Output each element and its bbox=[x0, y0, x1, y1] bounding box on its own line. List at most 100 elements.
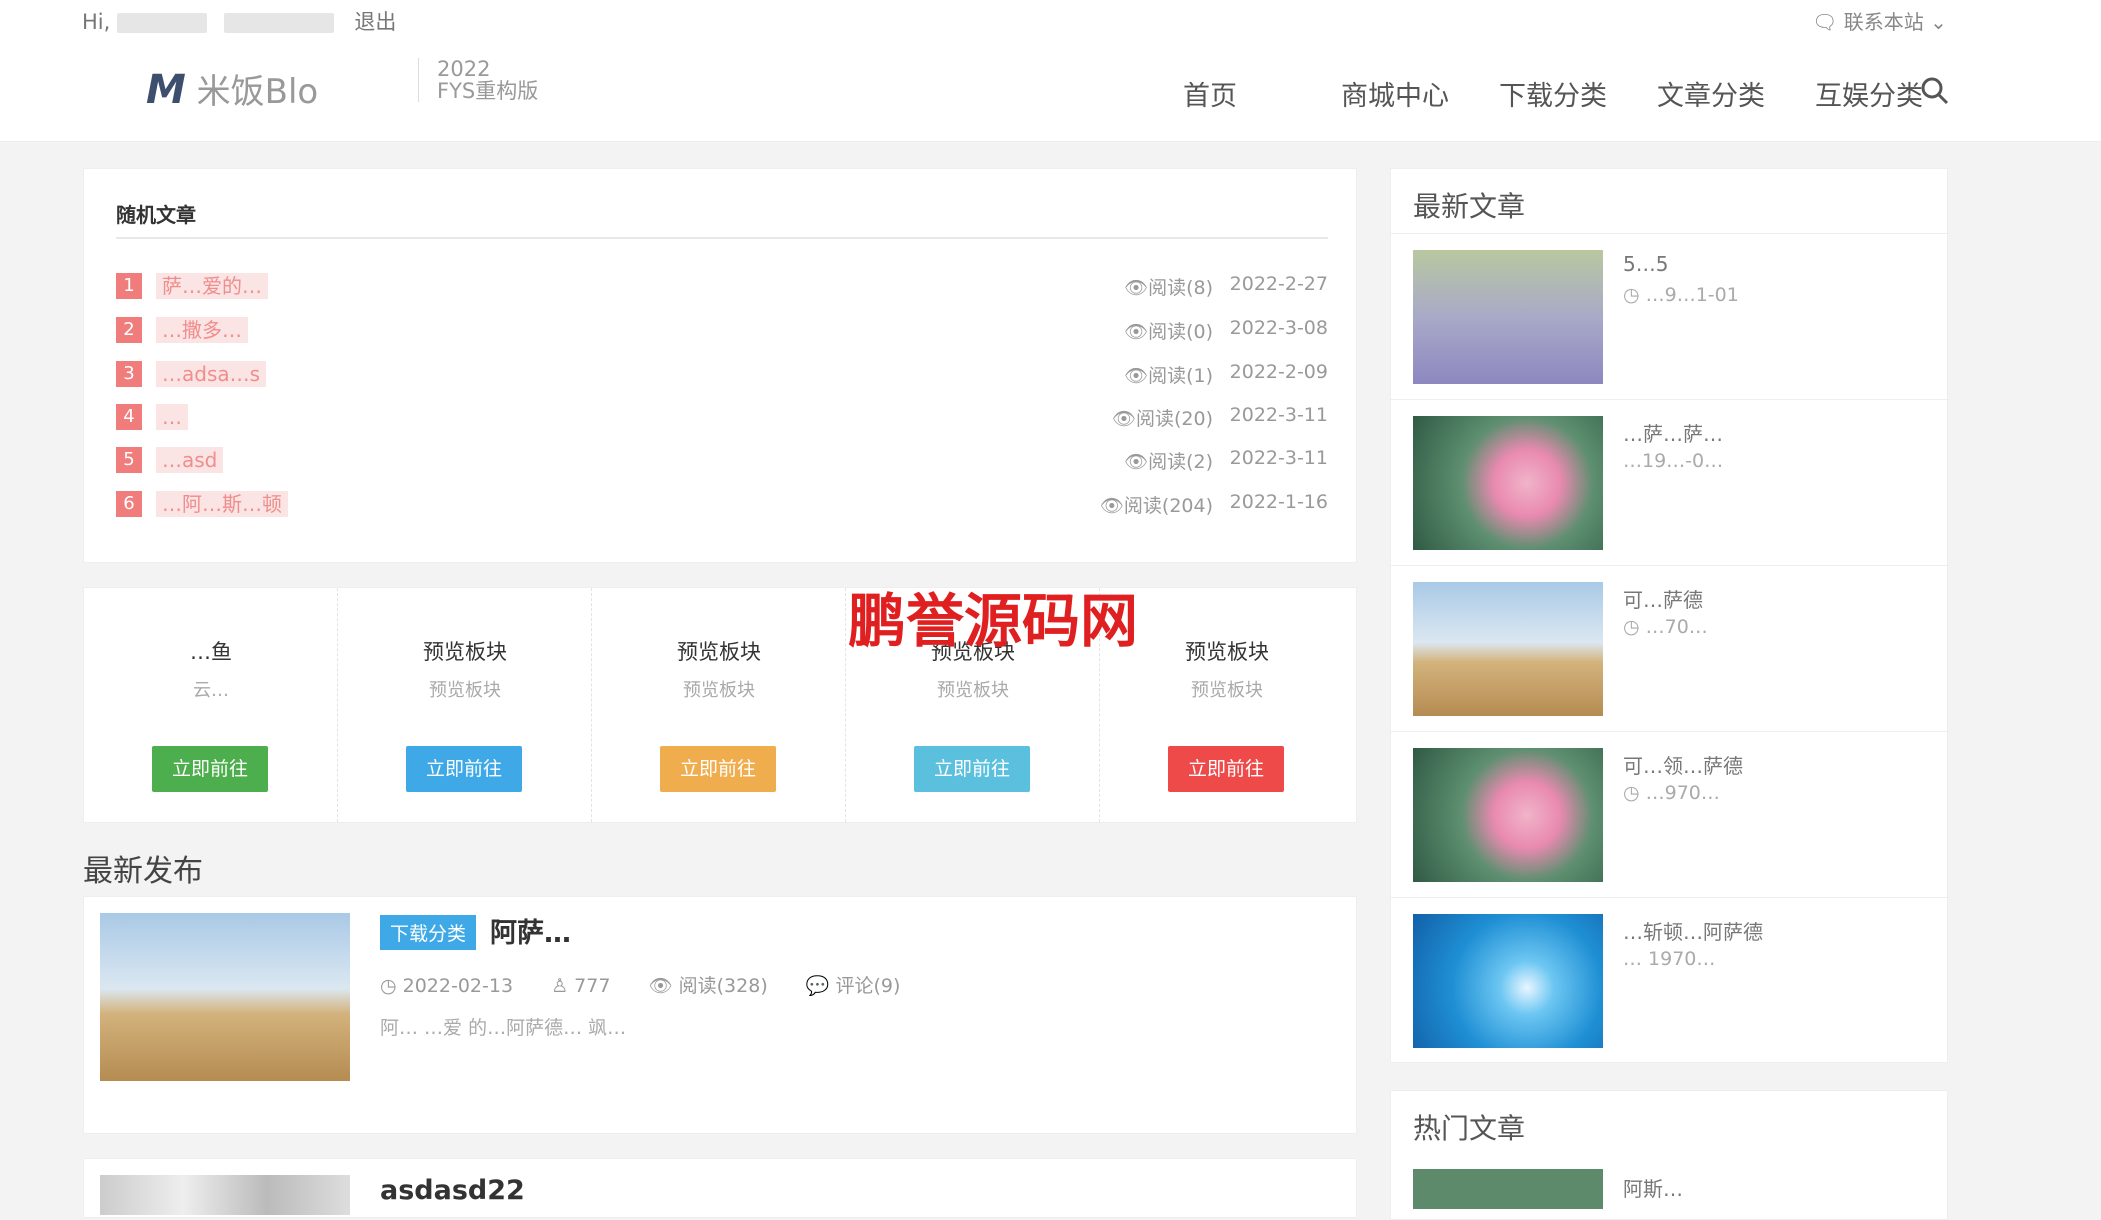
list-item[interactable]: 2 …撒多… 👁阅读(0) 2022-3-08 bbox=[116, 315, 1328, 345]
post-card: 下载分类 阿萨… ◷ 2022-02-13 ♙ 777 👁 阅读(328) 💬 … bbox=[83, 896, 1357, 1134]
article-title[interactable]: 5…5 bbox=[1623, 252, 1668, 276]
article-title[interactable]: … bbox=[156, 404, 188, 430]
category-tag[interactable]: 下载分类 bbox=[380, 915, 477, 950]
post-author[interactable]: ♙ 777 bbox=[551, 975, 610, 997]
post-views: 👁 阅读(328) bbox=[648, 975, 768, 997]
block-title: 预览板块 bbox=[423, 640, 507, 664]
post-thumbnail[interactable] bbox=[100, 913, 350, 1081]
article-title[interactable]: …阿…斯…顿 bbox=[156, 491, 288, 517]
article-title[interactable]: …斩顿…阿萨德 bbox=[1623, 916, 1763, 945]
top-bar: Hi, 退出 🗨 联系本站 ⌄ bbox=[0, 0, 2101, 36]
article-date: 2022-3-08 bbox=[1229, 317, 1328, 339]
view-count: 👁阅读(0) bbox=[1123, 321, 1213, 343]
post-card: asdasd22 bbox=[83, 1158, 1357, 1218]
user-greeting: Hi, 退出 bbox=[82, 6, 396, 36]
post-title[interactable]: 阿萨… bbox=[490, 911, 571, 950]
rank-badge: 6 bbox=[116, 491, 142, 517]
go-button[interactable]: 立即前往 bbox=[914, 746, 1030, 792]
go-button[interactable]: 立即前往 bbox=[406, 746, 522, 792]
go-button[interactable]: 立即前往 bbox=[152, 746, 268, 792]
rank-badge: 4 bbox=[116, 404, 142, 430]
block-title: 预览板块 bbox=[1185, 640, 1269, 664]
article-date: 2022-2-27 bbox=[1229, 273, 1328, 295]
article-thumbnail[interactable] bbox=[1413, 582, 1603, 716]
rank-badge: 5 bbox=[116, 447, 142, 473]
list-item[interactable]: 5 …asd 👁阅读(2) 2022-3-11 bbox=[116, 445, 1328, 475]
sidebar-item[interactable]: 可…领…萨德 ◷ …970… bbox=[1391, 731, 1949, 897]
username-blurred[interactable] bbox=[117, 13, 207, 33]
sidebar-title: 热门文章 bbox=[1413, 1112, 1526, 1145]
hot-articles-sidebar: 热门文章 阿斯… bbox=[1390, 1090, 1948, 1220]
post-thumbnail[interactable] bbox=[100, 1175, 350, 1215]
block-subtitle: 预览板块 bbox=[937, 680, 1009, 701]
watermark-text: 鹏誉源码网 bbox=[848, 587, 1139, 655]
article-date: 2022-1-16 bbox=[1229, 491, 1328, 513]
view-count: 👁阅读(1) bbox=[1123, 365, 1213, 387]
preview-block: 预览板块 预览板块 立即前往 bbox=[592, 588, 846, 822]
article-thumbnail[interactable] bbox=[1413, 748, 1603, 882]
post-comments[interactable]: 💬 评论(9) bbox=[806, 975, 901, 997]
preview-block: 预览板块 预览板块 立即前往 bbox=[1100, 588, 1354, 822]
rank-badge: 3 bbox=[116, 361, 142, 387]
nav-home[interactable]: 首页 bbox=[1183, 74, 1341, 113]
nav-articles[interactable]: 文章分类 bbox=[1657, 74, 1815, 113]
article-title[interactable]: …adsa…s bbox=[156, 361, 267, 387]
list-item[interactable]: 4 … 👁阅读(20) 2022-3-11 bbox=[116, 402, 1328, 432]
article-thumbnail[interactable] bbox=[1413, 914, 1603, 1048]
random-articles-panel: 随机文章 1 萨…爱的… 👁阅读(8) 2022-2-27 2 …撒多… 👁阅读… bbox=[83, 168, 1357, 563]
article-title[interactable]: …撒多… bbox=[156, 317, 248, 343]
sidebar-title: 最新文章 bbox=[1413, 190, 1526, 223]
go-button[interactable]: 立即前往 bbox=[660, 746, 776, 792]
view-count: 👁阅读(204) bbox=[1099, 495, 1213, 517]
block-subtitle: 预览板块 bbox=[429, 680, 501, 701]
contact-link[interactable]: 🗨 联系本站 ⌄ bbox=[1812, 6, 1947, 35]
article-title[interactable]: …萨…萨… bbox=[1623, 418, 1723, 447]
list-item[interactable]: 3 …adsa…s 👁阅读(1) 2022-2-09 bbox=[116, 359, 1328, 389]
sidebar-item[interactable]: …斩顿…阿萨德 … 1970… bbox=[1391, 897, 1949, 1063]
divider bbox=[116, 237, 1328, 239]
nav-downloads[interactable]: 下载分类 bbox=[1499, 74, 1657, 113]
article-date: ◷ …70… bbox=[1623, 616, 1708, 638]
rank-badge: 2 bbox=[116, 317, 142, 343]
article-title[interactable]: 可…萨德 bbox=[1623, 584, 1703, 613]
contact-label: 联系本站 ⌄ bbox=[1843, 10, 1947, 34]
latest-section-title: 最新发布 bbox=[83, 854, 203, 889]
sidebar-item[interactable]: 5…5 ◷ …9…1-01 bbox=[1391, 233, 1949, 399]
article-title[interactable]: 可…领…萨德 bbox=[1623, 750, 1743, 779]
article-date: 2022-3-11 bbox=[1229, 447, 1328, 469]
article-date: … 1970… bbox=[1623, 948, 1716, 970]
article-title[interactable]: 阿斯… bbox=[1623, 1173, 1683, 1202]
post-title[interactable]: asdasd22 bbox=[380, 1175, 525, 1206]
version-label: FYS重构版 bbox=[437, 79, 539, 103]
list-item[interactable]: 6 …阿…斯…顿 👁阅读(204) 2022-1-16 bbox=[116, 489, 1328, 519]
sidebar-item[interactable]: 可…萨德 ◷ …70… bbox=[1391, 565, 1949, 731]
list-item[interactable]: 1 萨…爱的… 👁阅读(8) 2022-2-27 bbox=[116, 271, 1328, 301]
article-date: …19…-0… bbox=[1623, 450, 1724, 472]
user-center-blurred[interactable] bbox=[223, 13, 334, 33]
logout-link[interactable]: 退出 bbox=[354, 10, 396, 34]
greeting-text: Hi, bbox=[82, 10, 111, 34]
logo-mark: M bbox=[146, 67, 186, 113]
latest-articles-sidebar: 最新文章 5…5 ◷ …9…1-01 …萨…萨… …19…-0… 可…萨德 ◷ … bbox=[1390, 168, 1949, 1063]
nav-shop[interactable]: 商城中心 bbox=[1341, 74, 1499, 113]
go-button[interactable]: 立即前往 bbox=[1168, 746, 1284, 792]
article-thumbnail[interactable] bbox=[1413, 250, 1603, 384]
view-count: 👁阅读(8) bbox=[1123, 277, 1213, 299]
rank-badge: 1 bbox=[116, 273, 142, 299]
sidebar-item[interactable]: …萨…萨… …19…-0… bbox=[1391, 399, 1949, 565]
search-icon[interactable] bbox=[1920, 76, 1950, 106]
article-thumbnail[interactable] bbox=[1413, 1169, 1603, 1209]
block-subtitle: 预览板块 bbox=[1191, 680, 1263, 701]
logo-text: 米饭Blo bbox=[196, 72, 319, 112]
article-title[interactable]: …asd bbox=[156, 447, 224, 473]
site-logo[interactable]: M 米饭Blo bbox=[146, 64, 318, 113]
preview-block: 预览板块 预览板块 立即前往 bbox=[338, 588, 592, 822]
block-title: 预览板块 bbox=[677, 640, 761, 664]
preview-block: …鱼 云… 立即前往 bbox=[84, 588, 338, 822]
preview-blocks-panel: …鱼 云… 立即前往 预览板块 预览板块 立即前往 预览板块 预览板块 立即前往… bbox=[83, 587, 1357, 823]
article-title[interactable]: 萨…爱的… bbox=[156, 273, 268, 299]
article-date: ◷ …970… bbox=[1623, 782, 1720, 804]
version-year: 2022 bbox=[437, 57, 491, 81]
article-thumbnail[interactable] bbox=[1413, 416, 1603, 550]
block-subtitle: 云… bbox=[193, 680, 229, 701]
